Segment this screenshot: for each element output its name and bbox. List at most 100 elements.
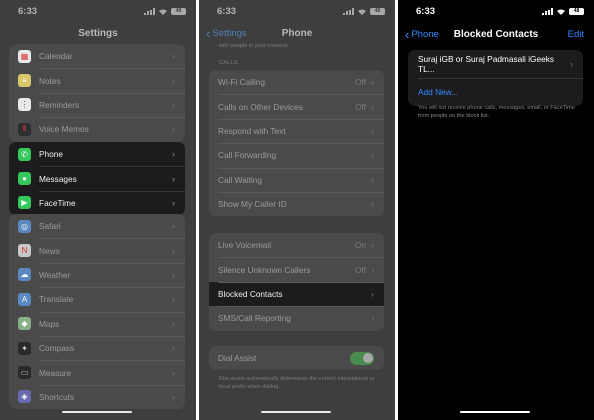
call-forwarding-row[interactable]: Call Forwarding › (209, 143, 384, 167)
chevron-right-icon: › (172, 269, 175, 280)
settings-item-phone[interactable]: ✆ Phone › (9, 142, 185, 166)
settings-item-measure[interactable]: ▭ Measure › (9, 360, 185, 384)
chevron-right-icon: › (172, 294, 175, 305)
news-icon: N (18, 244, 31, 258)
voicemail-group: Live Voicemail On › Silence Unknown Caller… (209, 233, 384, 331)
show-caller-id-row[interactable]: Show My Caller ID › (209, 191, 384, 216)
chevron-right-icon: › (371, 264, 374, 275)
wifi-icon (358, 9, 366, 15)
chevron-right-icon: › (172, 318, 175, 329)
home-indicator[interactable] (261, 410, 331, 413)
live-voicemail-row[interactable]: Live Voicemail On › (209, 233, 384, 257)
contacts-footnote: with people in your contacts. (219, 43, 290, 49)
dial-assist-toggle[interactable] (350, 351, 374, 365)
chevron-right-icon: › (371, 313, 374, 324)
chevron-right-icon: › (172, 367, 175, 378)
safari-icon: ◎ (18, 219, 31, 233)
settings-item-reminders[interactable]: ⋮ Reminders › (9, 92, 185, 117)
silence-unknown-callers-row[interactable]: Silence Unknown Callers Off › (209, 257, 384, 281)
status-bar: 6:33 48 (199, 0, 395, 22)
chevron-right-icon: › (172, 75, 175, 86)
battery-icon: 48 (370, 8, 385, 15)
dial-assist-group: Dial Assist (209, 346, 384, 371)
chevron-right-icon: › (371, 240, 374, 251)
status-bar: 6:33 48 (398, 0, 594, 22)
weather-icon: ☁ (18, 268, 31, 282)
settings-screen: 6:33 48 Settings ▦ Calendar › ≡ Notes › ⋮ … (0, 0, 196, 420)
chevron-right-icon: › (172, 343, 175, 354)
block-list-note: You will not receive phone calls, messag… (418, 105, 575, 119)
settings-item-news[interactable]: N News › (9, 238, 185, 262)
chevron-right-icon: › (172, 221, 175, 232)
chevron-right-icon: › (371, 125, 374, 136)
settings-item-shortcuts[interactable]: ◈ Shortcuts › (9, 384, 185, 409)
facetime-icon: ▶ (18, 196, 31, 210)
chevron-right-icon: › (172, 149, 175, 160)
reminders-icon: ⋮ (18, 98, 31, 112)
dial-assist-footnote: Dial assist automatically determines the… (219, 376, 375, 390)
wifi-calling-row[interactable]: Wi-Fi Calling Off › (209, 70, 384, 94)
chevron-right-icon: › (371, 150, 374, 161)
status-time: 6:33 (217, 6, 237, 17)
wifi-icon (557, 9, 565, 15)
maps-icon: ◆ (18, 317, 31, 331)
status-time: 6:33 (18, 6, 38, 17)
settings-group-top: ▦ Calendar › ≡ Notes › ⋮ Reminders › ⦀ Voic… (9, 44, 185, 142)
battery-icon: 48 (171, 8, 186, 15)
dial-assist-row: Dial Assist (209, 346, 384, 370)
blocked-contacts-screen: 6:33 48 ‹ Phone Blocked Contacts Edit Su… (398, 0, 594, 420)
edit-button[interactable]: Edit (568, 29, 584, 40)
cellular-signal-icon (144, 8, 155, 15)
chevron-right-icon: › (570, 59, 573, 69)
chevron-right-icon: › (172, 124, 175, 135)
settings-item-weather[interactable]: ☁ Weather › (9, 262, 185, 287)
chevron-right-icon: › (371, 77, 374, 88)
blocked-list: Suraj iGB or Suraj Padmasali iGeeks TL..… (408, 50, 583, 106)
chevron-right-icon: › (172, 51, 175, 62)
compass-icon: ✦ (18, 341, 31, 355)
calls-section-header: CALLS (219, 60, 238, 66)
status-time: 6:33 (416, 6, 436, 17)
blocked-contact-row[interactable]: Suraj iGB or Suraj Padmasali iGeeks TL..… (408, 50, 583, 78)
settings-item-safari[interactable]: ◎ Safari › (9, 214, 185, 238)
calls-other-devices-row[interactable]: Calls on Other Devices Off › (209, 94, 384, 118)
page-title: Blocked Contacts (453, 29, 539, 40)
messages-icon: ● (18, 172, 31, 186)
chevron-right-icon: › (371, 101, 374, 112)
chevron-right-icon: › (371, 288, 374, 299)
cellular-signal-icon (542, 8, 553, 15)
chevron-right-icon: › (371, 199, 374, 210)
chevron-right-icon: › (172, 99, 175, 110)
status-bar: 6:33 48 (0, 0, 196, 22)
home-indicator[interactable] (62, 410, 132, 413)
settings-item-calendar[interactable]: ▦ Calendar › (9, 44, 185, 68)
chevron-right-icon: › (172, 173, 175, 184)
respond-with-text-row[interactable]: Respond with Text › (209, 118, 384, 143)
settings-item-voice-memos[interactable]: ⦀ Voice Memos › (9, 117, 185, 141)
phone-settings-screen: 6:33 48 ‹ Settings Phone with people in … (199, 0, 395, 420)
settings-group-highlight: ✆ Phone › ● Messages › ▶ FaceTime › (9, 142, 185, 216)
blocked-contacts-row[interactable]: Blocked Contacts › (209, 281, 384, 307)
cellular-signal-icon (343, 8, 354, 15)
shortcuts-icon: ◈ (18, 390, 31, 404)
sms-call-reporting-row[interactable]: SMS/Call Reporting › (209, 306, 384, 330)
translate-icon: A (18, 292, 31, 306)
settings-item-notes[interactable]: ≡ Notes › (9, 68, 185, 92)
settings-item-messages[interactable]: ● Messages › (9, 166, 185, 190)
calls-group: Wi-Fi Calling Off › Calls on Other Devices… (209, 70, 384, 217)
settings-item-compass[interactable]: ✦ Compass › (9, 335, 185, 360)
battery-icon: 48 (569, 8, 584, 15)
chevron-right-icon: › (172, 245, 175, 256)
page-title: Settings (78, 28, 118, 39)
measure-icon: ▭ (18, 366, 31, 380)
calendar-icon: ▦ (18, 49, 31, 63)
settings-item-maps[interactable]: ◆ Maps › (9, 311, 185, 336)
settings-item-translate[interactable]: A Translate › (9, 287, 185, 311)
page-title: Phone (281, 28, 313, 39)
settings-group-bottom: ◎ Safari › N News › ☁ Weather › A Translate… (9, 214, 185, 410)
call-waiting-row[interactable]: Call Waiting › (209, 167, 384, 192)
voice-memos-icon: ⦀ (18, 122, 31, 136)
home-indicator[interactable] (460, 410, 530, 413)
add-new-button[interactable]: Add New... (408, 78, 583, 106)
settings-item-facetime[interactable]: ▶ FaceTime › (9, 190, 185, 215)
